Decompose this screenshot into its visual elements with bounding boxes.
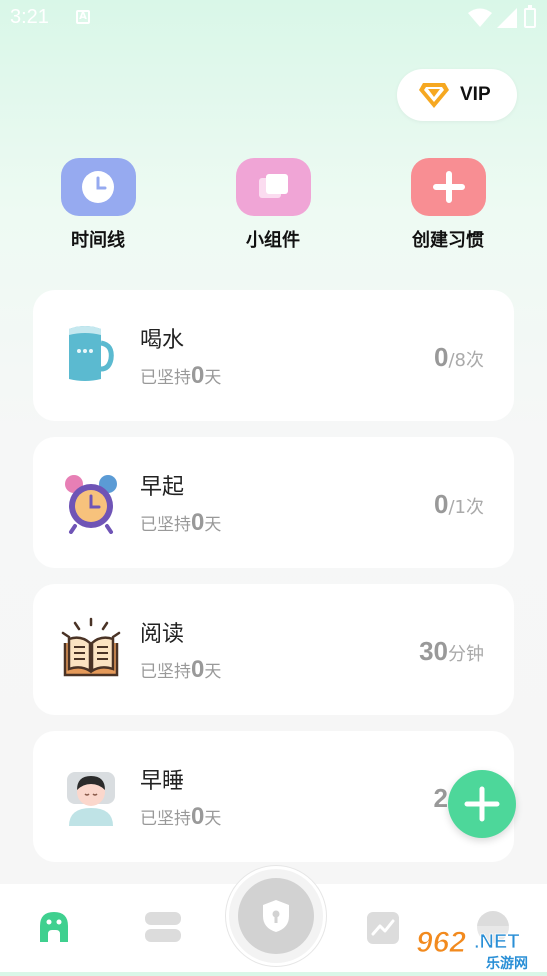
watermark-sub: 乐游网 xyxy=(486,955,528,972)
nav-home[interactable] xyxy=(36,908,72,948)
widget-label: 小组件 xyxy=(246,230,300,251)
sleeping-person-icon xyxy=(67,772,115,826)
signal-icon xyxy=(497,8,517,28)
lock-shield-icon xyxy=(263,900,289,932)
habit-name: 阅读 xyxy=(140,622,185,647)
plus-icon xyxy=(464,786,500,822)
wifi-icon xyxy=(468,8,492,27)
timeline-tile xyxy=(60,158,136,216)
diamond-icon xyxy=(419,83,449,108)
book-icon xyxy=(61,617,121,677)
create-habit-label: 创建习惯 xyxy=(412,230,484,251)
widget-icon xyxy=(258,174,288,198)
battery-icon xyxy=(524,5,536,28)
status-bar: 3:21 A xyxy=(0,0,547,38)
nav-lock-circle xyxy=(238,878,314,954)
habit-streak: 已坚持0天 xyxy=(140,509,222,536)
create-habit-tile xyxy=(410,158,486,216)
add-habit-fab[interactable] xyxy=(448,770,516,838)
habit-streak: 已坚持0天 xyxy=(140,362,222,389)
vip-label: VIP xyxy=(460,84,491,105)
habit-streak: 已坚持0天 xyxy=(140,656,222,683)
plus-icon xyxy=(432,171,465,203)
nav-list[interactable] xyxy=(145,910,181,948)
watermark-net: .NET xyxy=(474,931,520,953)
habit-goal: 30分钟 xyxy=(419,636,484,666)
nav-chart[interactable] xyxy=(367,912,399,948)
timeline-action[interactable]: 时间线 xyxy=(43,158,153,252)
habit-name: 早起 xyxy=(140,475,185,500)
alarm-clock-icon xyxy=(65,475,117,534)
timeline-label: 时间线 xyxy=(71,230,125,251)
habit-goal: 0/8次 xyxy=(434,342,484,372)
chart-icon xyxy=(367,912,399,944)
habit-card-water[interactable]: 喝水 已坚持0天 0/8次 xyxy=(33,290,514,421)
list-icon xyxy=(145,912,181,942)
habit-streak: 已坚持0天 xyxy=(140,803,222,830)
habit-name: 早睡 xyxy=(140,769,185,794)
widget-tile xyxy=(235,158,311,216)
status-time: 3:21 xyxy=(10,6,49,28)
create-habit-action[interactable]: 创建习惯 xyxy=(393,158,503,252)
habit-goal: 0/1次 xyxy=(434,489,484,519)
habit-card-reading[interactable]: 阅读 已坚持0天 30分钟 xyxy=(33,584,514,715)
cup-icon xyxy=(69,326,114,381)
vip-button[interactable]: VIP xyxy=(397,69,517,121)
habit-card-early-sleep[interactable]: 早睡 已坚持0天 2小时 xyxy=(33,731,514,862)
home-icon xyxy=(40,912,68,942)
habit-name: 喝水 xyxy=(140,328,185,353)
widget-action[interactable]: 小组件 xyxy=(218,158,328,252)
notification-icon: A xyxy=(76,10,90,24)
watermark-main: 962 xyxy=(416,926,466,959)
clock-icon xyxy=(81,171,114,203)
watermark-logo: 962 .NET 乐游网 xyxy=(412,918,547,972)
habit-card-early-rise[interactable]: 早起 已坚持0天 0/1次 xyxy=(33,437,514,568)
nav-lock[interactable] xyxy=(226,866,326,966)
